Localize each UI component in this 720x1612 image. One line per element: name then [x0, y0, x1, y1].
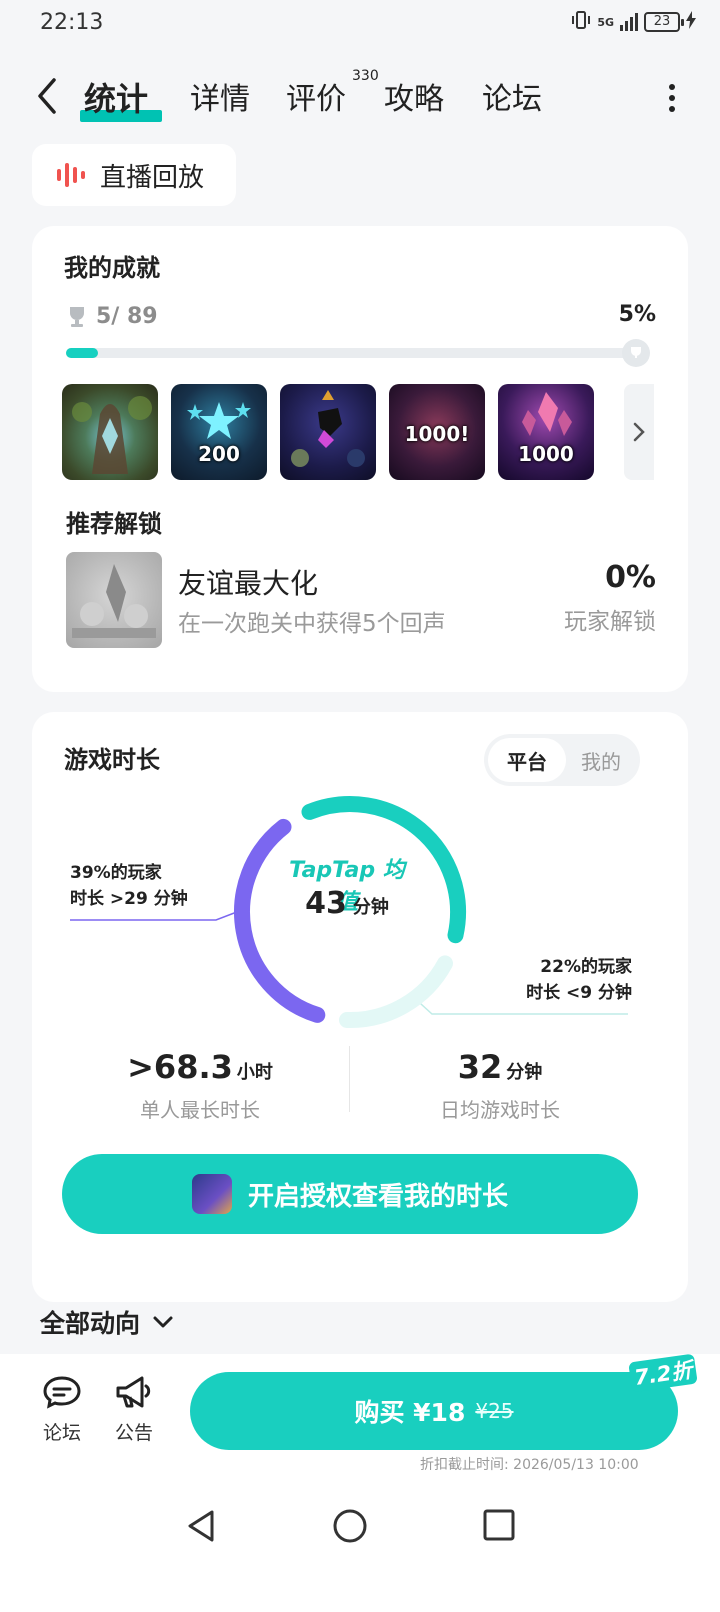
- game-icon: [191, 1174, 232, 1214]
- donut-value-number: 43: [305, 886, 347, 921]
- note-right-line1: 22%的玩家: [540, 957, 632, 977]
- system-home-icon[interactable]: [332, 1508, 368, 1544]
- back-button[interactable]: [30, 76, 66, 116]
- system-recents-icon[interactable]: [482, 1508, 516, 1542]
- trophy-end-icon: [631, 347, 641, 358]
- soundwave-icon: [57, 163, 85, 187]
- achievement-1000-burst[interactable]: 1000!: [389, 384, 485, 480]
- authorize-playtime-button[interactable]: 开启授权查看我的时长: [62, 1154, 638, 1234]
- notice-button[interactable]: 公告: [106, 1374, 162, 1445]
- chevron-down-icon: [153, 1316, 173, 1328]
- stat-label: 日均游戏时长: [440, 1098, 560, 1122]
- recommended-unlock-percent: 0%: [605, 560, 656, 595]
- live-replay-label: 直播回放: [100, 162, 205, 193]
- achievement-tree-crystal[interactable]: [62, 384, 158, 480]
- achievement-progress-fill: [66, 348, 99, 358]
- recommended-achievement-image[interactable]: [66, 552, 162, 648]
- reviews-count-badge: 330: [352, 68, 379, 84]
- stat-longest-playtime: >68.3 小时 单人最长时长: [50, 1048, 350, 1123]
- status-bar: 22:13 5G 23: [0, 0, 720, 48]
- recommended-unlock-percent-label: 玩家解锁: [564, 609, 656, 635]
- status-time: 22:13: [40, 10, 104, 35]
- stat-value: 32: [457, 1048, 503, 1086]
- status-icons: 5G 23: [571, 10, 696, 34]
- network-type: 5G: [597, 15, 614, 29]
- charging-icon: [686, 11, 696, 33]
- playtime-card: 游戏时长 平台 我的 TapTap 均值 43 分钟 39%的玩家 时长 >29 …: [32, 712, 688, 1302]
- recommended-achievement-desc: 在一次跑关中获得5个回声: [178, 611, 446, 637]
- original-price: ¥25: [475, 1399, 514, 1423]
- donut-center-value: 43 分钟: [272, 886, 422, 921]
- more-dots-icon: [669, 84, 675, 90]
- battery-icon: 23: [644, 12, 684, 32]
- live-replay-button[interactable]: 直播回放: [32, 144, 236, 206]
- forum-label: 论坛: [42, 1422, 81, 1444]
- system-back-icon[interactable]: [184, 1508, 220, 1544]
- achievement-stars-200[interactable]: 200: [171, 384, 267, 480]
- tab-stats[interactable]: 统计: [84, 74, 148, 120]
- buy-price-label: 购买 ¥18: [354, 1398, 466, 1427]
- recommended-art: [72, 564, 156, 638]
- note-left: 39%的玩家 时长 >29 分钟: [70, 860, 188, 912]
- achievement-count: 5/ 89: [66, 304, 158, 329]
- forum-icon: [43, 1376, 81, 1409]
- combat-art: [291, 390, 365, 467]
- stat-unit: 小时: [236, 1062, 273, 1083]
- achievement-tile-label: 1000!: [404, 422, 470, 446]
- tab-forum[interactable]: 论坛: [482, 74, 542, 118]
- stat-value: >68.3: [127, 1048, 233, 1086]
- tab-details[interactable]: 详情: [190, 74, 250, 118]
- achievement-count-text: 5/ 89: [96, 304, 158, 329]
- achievement-percent: 5%: [618, 302, 656, 327]
- authorize-playtime-label: 开启授权查看我的时长: [247, 1181, 508, 1212]
- tab-reviews[interactable]: 评价: [286, 74, 346, 118]
- stat-unit: 分钟: [506, 1062, 543, 1083]
- achievement-crystals-1000[interactable]: 1000: [498, 384, 594, 480]
- note-left-line2: 时长 >29 分钟: [70, 889, 188, 909]
- achievement-tile-label: 200: [198, 442, 240, 466]
- system-navigation-bar: [0, 1484, 720, 1612]
- donut-value-unit: 分钟: [352, 897, 389, 918]
- trophy-icon: [70, 306, 84, 327]
- progress-end-marker: [622, 339, 650, 367]
- recommended-achievement-name: 友谊最大化: [178, 567, 319, 600]
- megaphone-icon: [116, 1376, 151, 1408]
- chevron-right-icon: [633, 422, 645, 442]
- top-navigation: 统计 详情 评价 330 攻略 论坛: [0, 58, 720, 128]
- discount-deadline: 折扣截止时间: 2026/05/13 10:00: [420, 1457, 639, 1473]
- discount-badge: 7.2折: [628, 1353, 698, 1393]
- achievements-more-button[interactable]: [624, 384, 654, 480]
- achievement-progress-bar: [66, 339, 650, 367]
- vibrate-icon: [571, 10, 591, 34]
- chevron-left-icon: [38, 78, 56, 114]
- note-left-line1: 39%的玩家: [70, 863, 162, 883]
- buy-button[interactable]: 购买 ¥18 ¥25: [190, 1372, 678, 1450]
- bottom-action-bar: 论坛 公告 购买 ¥18 ¥25 7.2折 折扣截止时间: 2026/05/13…: [0, 1353, 720, 1484]
- forum-button[interactable]: 论坛: [34, 1374, 90, 1445]
- recommend-unlock-title: 推荐解锁: [66, 510, 162, 538]
- note-right: 22%的玩家 时长 <9 分钟: [502, 954, 632, 1006]
- tab-guides[interactable]: 攻略: [384, 74, 444, 118]
- all-activity-label: 全部动向: [40, 1309, 141, 1338]
- stat-daily-average: 32 分钟 日均游戏时长: [350, 1048, 650, 1123]
- note-right-line2: 时长 <9 分钟: [526, 983, 632, 1003]
- achievement-tile-label: 1000: [518, 442, 574, 466]
- achievement-combat[interactable]: [280, 384, 376, 480]
- stat-label: 单人最长时长: [140, 1098, 260, 1122]
- achievements-card: 我的成就 5/ 89 5% 200 1000! 1000 推荐解锁 友谊最大化 …: [32, 226, 688, 692]
- signal-icon: [620, 13, 638, 31]
- tree-crystal-art: [72, 396, 152, 474]
- achievements-title: 我的成就: [64, 254, 160, 282]
- notice-label: 公告: [114, 1422, 153, 1444]
- all-activity-dropdown[interactable]: 全部动向: [40, 1304, 174, 1340]
- more-options-button[interactable]: [666, 78, 678, 118]
